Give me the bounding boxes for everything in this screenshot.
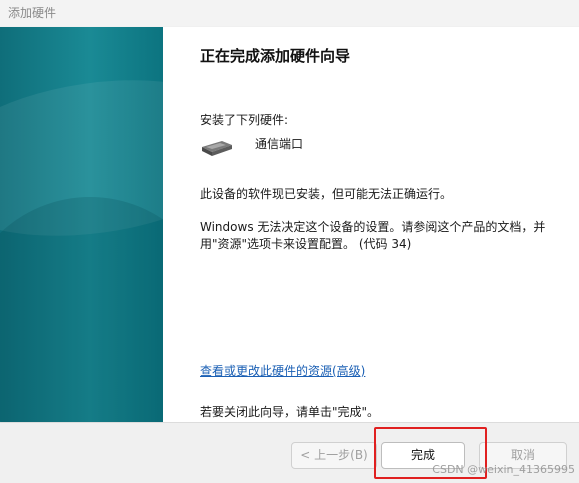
installed-label: 安装了下列硬件: — [200, 113, 289, 127]
banner-shade — [0, 197, 163, 422]
error-description: Windows 无法决定这个设备的设置。请参阅这个产品的文档，并用"资源"选项卡… — [200, 220, 546, 251]
window-title: 添加硬件 — [0, 0, 579, 26]
view-resources-link[interactable]: 查看或更改此硬件的资源(高级) — [200, 362, 365, 379]
window-title-text: 添加硬件 — [8, 6, 57, 20]
device-name: 通信端口 — [255, 137, 304, 151]
wizard-content: 正在完成添加硬件向导 安装了下列硬件: 通信端口 此设备的软件现已安装，但可能无… — [163, 27, 579, 422]
back-button[interactable]: < 上一步(B) — [291, 442, 377, 469]
status-message: 此设备的软件现已安装，但可能无法正确运行。 — [200, 187, 453, 201]
finish-hint: 若要关闭此向导，请单击"完成"。 — [200, 405, 380, 419]
wizard-banner — [0, 27, 163, 422]
serial-port-icon — [202, 141, 232, 156]
page-title: 正在完成添加硬件向导 — [200, 47, 351, 65]
watermark: CSDN @weixin_41365995 — [432, 463, 575, 476]
